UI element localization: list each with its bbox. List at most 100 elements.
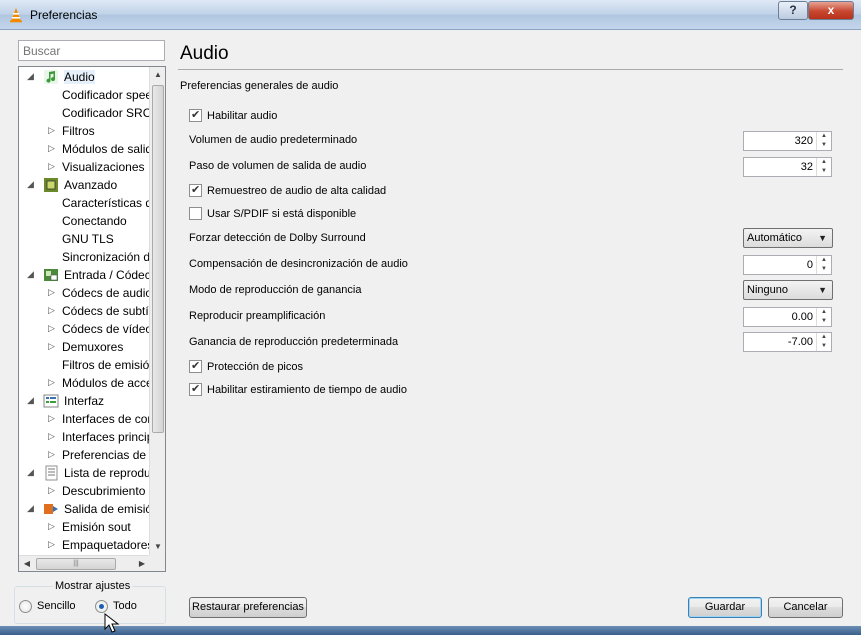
collapse-arrow-icon[interactable]: ▷ [48, 413, 55, 424]
tree-item-label[interactable]: Interfaz [64, 394, 104, 408]
tree-item[interactable]: ▷ Módulos de salida [19, 140, 150, 158]
spin-up-icon[interactable]: ▲ [817, 308, 831, 317]
replay-gain-mode-select[interactable]: Ninguno ▼ [743, 280, 833, 300]
scroll-down-icon[interactable]: ▼ [150, 539, 165, 555]
collapse-arrow-icon[interactable]: ▷ [48, 521, 55, 532]
spin-up-icon[interactable]: ▲ [817, 158, 831, 167]
tree-item[interactable]: Sincronización de [19, 248, 150, 266]
desync-spinbox[interactable]: 0 ▲ ▼ [743, 255, 832, 275]
collapse-arrow-icon[interactable]: ▷ [48, 125, 55, 136]
scroll-thumb-horizontal[interactable]: ||| [36, 558, 116, 570]
expand-arrow-icon[interactable]: ◢ [27, 503, 34, 514]
default-gain-value[interactable]: -7.00 [788, 336, 813, 348]
tree-item[interactable]: Codificador SRC [19, 104, 150, 122]
tree-item-label[interactable]: Visualizaciones [62, 160, 145, 174]
tree-item[interactable]: ▷ Interfaces principales [19, 428, 150, 446]
spin-up-icon[interactable]: ▲ [817, 333, 831, 342]
collapse-arrow-icon[interactable]: ▷ [48, 539, 55, 550]
collapse-arrow-icon[interactable]: ▷ [48, 485, 55, 496]
tree-item[interactable]: ▷ Demuxores [19, 338, 150, 356]
tree-item-label[interactable]: Entrada / Códecs [64, 268, 150, 282]
tree-item[interactable]: ▷ Preferencias de atajos [19, 446, 150, 464]
collapse-arrow-icon[interactable]: ▷ [48, 143, 55, 154]
spin-up-icon[interactable]: ▲ [817, 132, 831, 141]
tree-item-label[interactable]: Descubrimiento [62, 484, 145, 498]
tree-item[interactable]: ▷ Descubrimiento [19, 482, 150, 500]
collapse-arrow-icon[interactable]: ▷ [48, 323, 55, 334]
default-gain-spinbox[interactable]: -7.00 ▲ ▼ [743, 332, 832, 352]
scroll-left-icon[interactable]: ◀ [19, 556, 35, 571]
expand-arrow-icon[interactable]: ◢ [27, 395, 34, 406]
enable-audio-label[interactable]: Habilitar audio [207, 110, 277, 122]
tree-category[interactable]: ◢ Salida de emisión [19, 500, 150, 518]
tree-item[interactable]: ▷ Emisión sout [19, 518, 150, 536]
tree-item-label[interactable]: Demuxores [62, 340, 123, 354]
collapse-arrow-icon[interactable]: ▷ [48, 305, 55, 316]
time-stretch-checkbox[interactable] [189, 382, 202, 396]
help-button[interactable]: ? [778, 1, 808, 20]
expand-arrow-icon[interactable]: ◢ [27, 179, 34, 190]
spin-down-icon[interactable]: ▼ [817, 317, 831, 326]
tree-item[interactable]: ▷ Códecs de subtítulos [19, 302, 150, 320]
simple-radio-label[interactable]: Sencillo [37, 600, 76, 612]
tree-category[interactable]: ◢ Entrada / Códecs [19, 266, 150, 284]
tree-item[interactable]: Características de rendimiento [19, 194, 150, 212]
chevron-down-icon[interactable]: ▼ [818, 233, 827, 243]
tree-item-label[interactable]: Códecs de subtítulos [62, 304, 150, 318]
tree-item-label[interactable]: GNU TLS [62, 232, 114, 246]
spin-down-icon[interactable]: ▼ [817, 265, 831, 274]
tree-item[interactable]: Codificador speex [19, 86, 150, 104]
tree-item[interactable]: ▷ Empaquetadores [19, 536, 150, 554]
tree-item-label[interactable]: Audio [64, 70, 95, 84]
tree-item[interactable]: GNU TLS [19, 230, 150, 248]
tree-category[interactable]: ◢ Interfaz [19, 392, 150, 410]
tree-item-label[interactable]: Avanzado [64, 178, 117, 192]
search-input[interactable] [18, 40, 165, 61]
collapse-arrow-icon[interactable]: ▷ [48, 377, 55, 388]
tree-category[interactable]: ◢ Audio [19, 68, 150, 86]
default-volume-value[interactable]: 320 [795, 135, 813, 147]
tree-item-label[interactable]: Filtros [62, 124, 95, 138]
tree-item-label[interactable]: Códecs de audio [62, 286, 150, 300]
tree-item-label[interactable]: Características de rendimiento [62, 196, 150, 210]
scroll-thumb[interactable] [152, 85, 164, 433]
tree-item[interactable]: ▷ Códecs de audio [19, 284, 150, 302]
tree-item[interactable]: Filtros de emisión [19, 356, 150, 374]
tree-item-label[interactable]: Interfaces de control [62, 412, 150, 426]
scroll-right-icon[interactable]: ▶ [134, 556, 150, 571]
tree-category[interactable]: ◢ Lista de reproducción [19, 464, 150, 482]
spdif-checkbox[interactable] [189, 207, 202, 220]
tree-item-label[interactable]: Empaquetadores [62, 538, 150, 552]
tree-item[interactable]: ▷ Códecs de vídeo [19, 320, 150, 338]
tree-item[interactable]: ▷ Visualizaciones [19, 158, 150, 176]
spin-down-icon[interactable]: ▼ [817, 342, 831, 351]
volume-step-spinbox[interactable]: 32 ▲ ▼ [743, 157, 832, 177]
tree-item-label[interactable]: Interfaces principales [62, 430, 150, 444]
spin-down-icon[interactable]: ▼ [817, 167, 831, 176]
all-radio-label[interactable]: Todo [113, 600, 137, 612]
tree-category[interactable]: ◢ Avanzado [19, 176, 150, 194]
tree-item-label[interactable]: Lista de reproducción [64, 466, 150, 480]
tree-item[interactable]: ▷ Módulos de acceso [19, 374, 150, 392]
tree-item-label[interactable]: Sincronización de [62, 250, 150, 264]
spin-up-icon[interactable]: ▲ [817, 256, 831, 265]
tree-item-label[interactable]: Salida de emisión [64, 502, 150, 516]
spin-down-icon[interactable]: ▼ [817, 141, 831, 150]
dolby-select[interactable]: Automático ▼ [743, 228, 833, 248]
tree-item-label[interactable]: Conectando [62, 214, 127, 228]
category-tree[interactable]: ◢ Audio Codificador speex Codificador SRC ▷ F… [18, 66, 166, 572]
peak-protection-label[interactable]: Protección de picos [207, 361, 303, 373]
volume-step-value[interactable]: 32 [801, 161, 813, 173]
collapse-arrow-icon[interactable]: ▷ [48, 341, 55, 352]
reset-preferences-button[interactable]: Restaurar preferencias [189, 597, 307, 618]
tree-item-label[interactable]: Filtros de emisión [62, 358, 150, 372]
collapse-arrow-icon[interactable]: ▷ [48, 449, 55, 460]
simple-radio[interactable] [19, 600, 32, 613]
preamp-value[interactable]: 0.00 [792, 311, 813, 323]
close-button[interactable]: x [808, 1, 854, 20]
desync-value[interactable]: 0 [807, 259, 813, 271]
expand-arrow-icon[interactable]: ◢ [27, 71, 34, 82]
scroll-up-icon[interactable]: ▲ [150, 67, 165, 83]
collapse-arrow-icon[interactable]: ▷ [48, 431, 55, 442]
expand-arrow-icon[interactable]: ◢ [27, 467, 34, 478]
